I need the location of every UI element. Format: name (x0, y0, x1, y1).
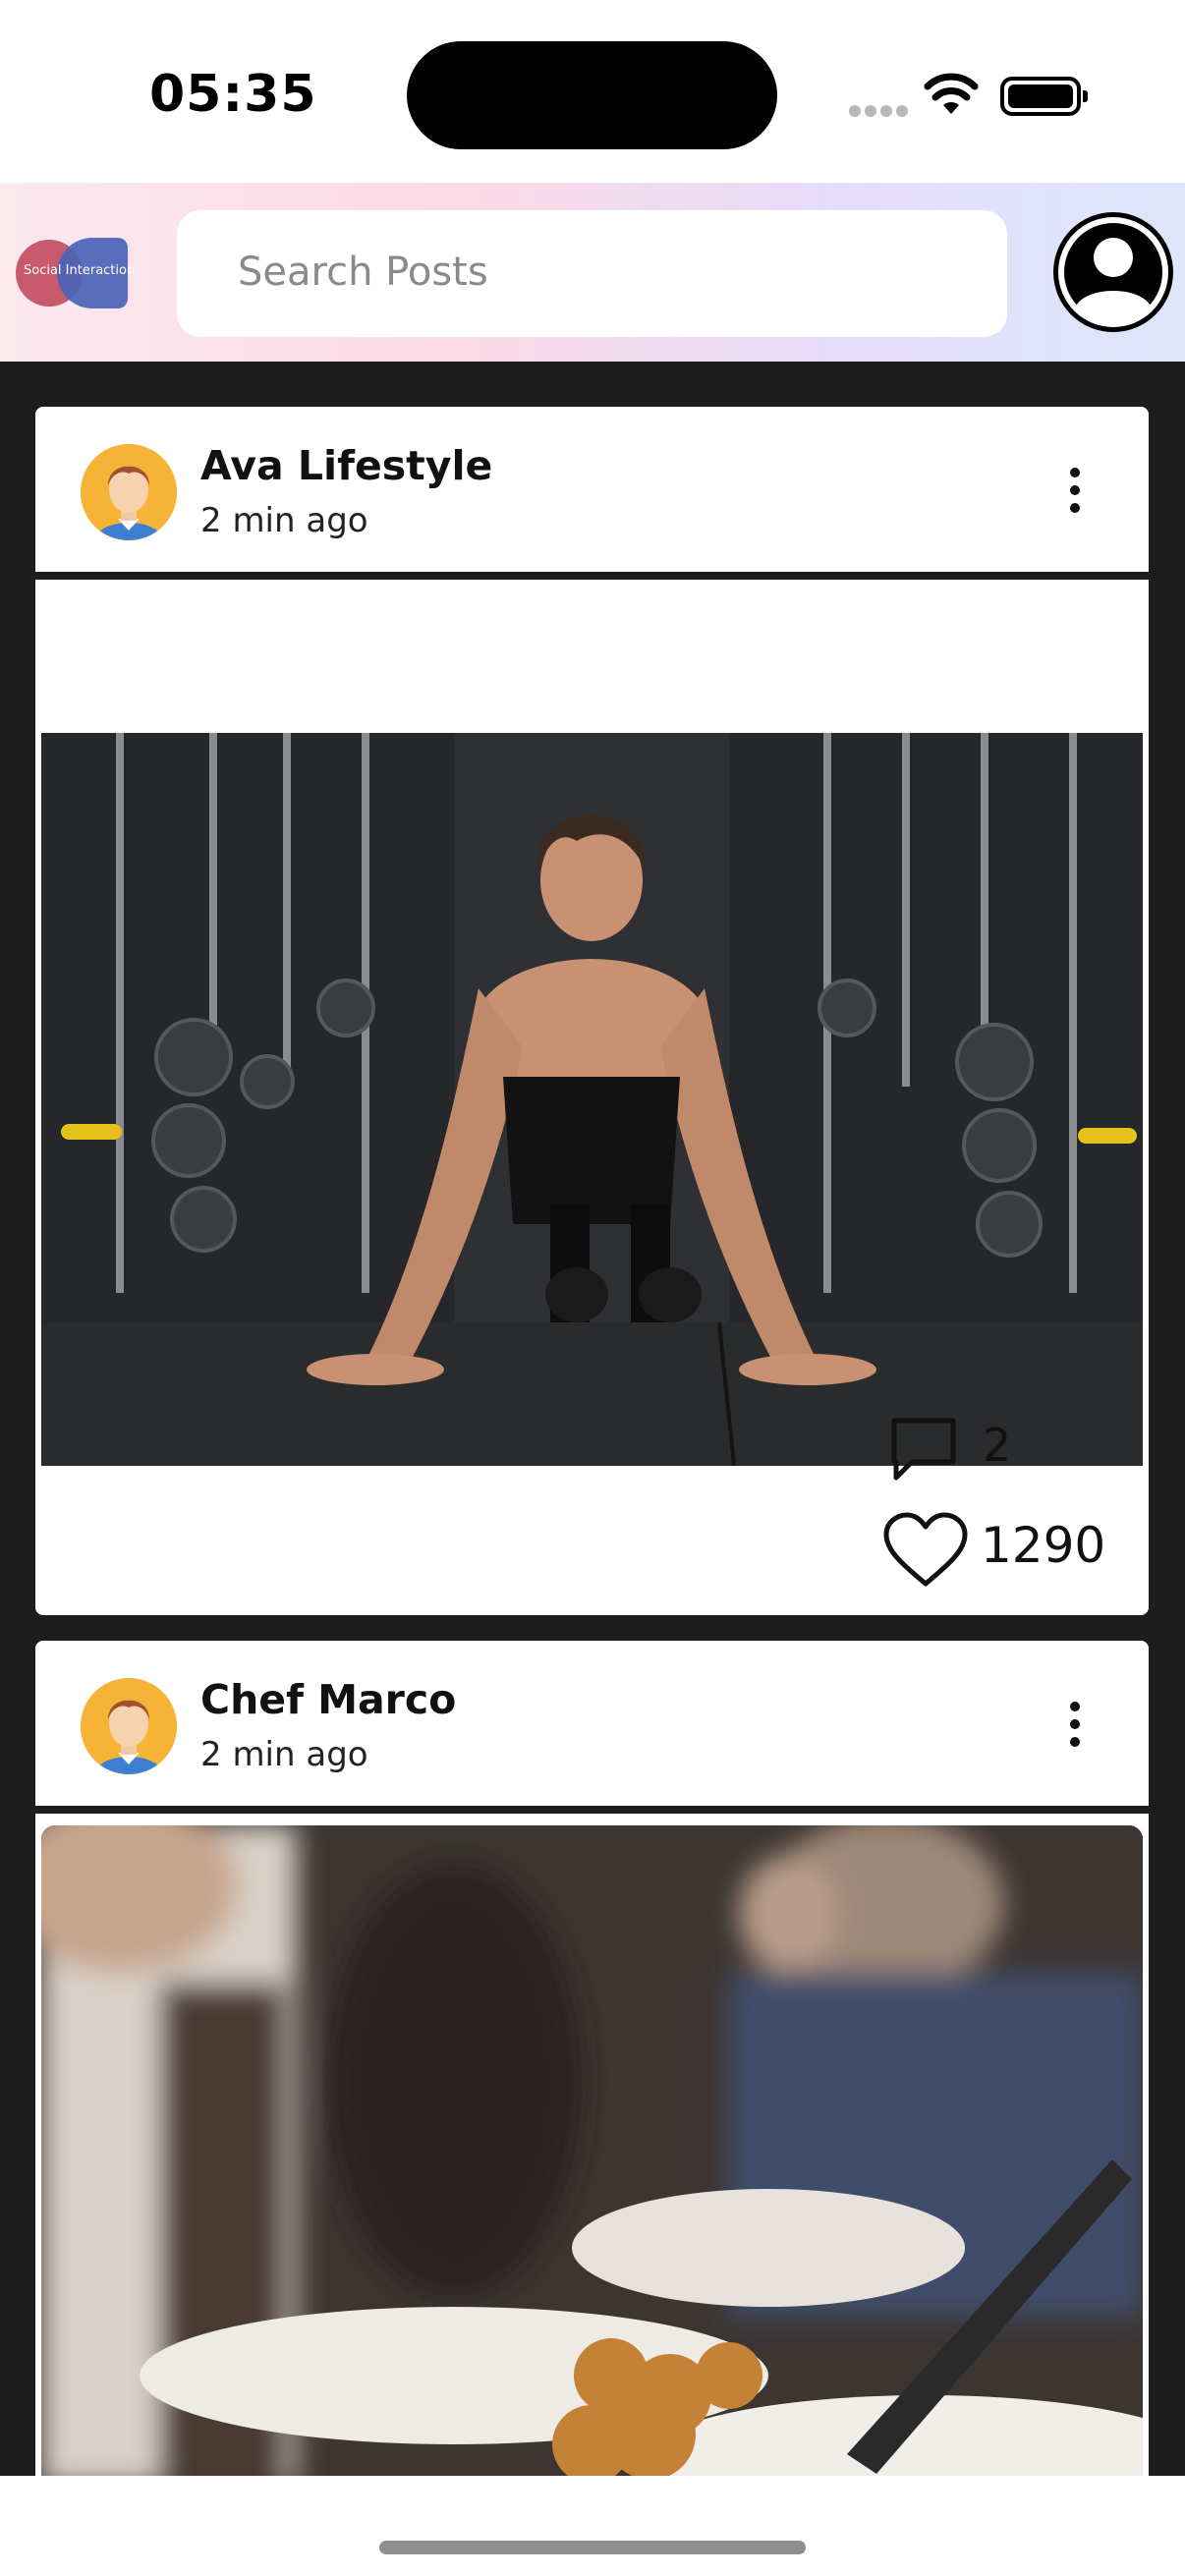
wifi-icon (924, 73, 979, 114)
home-indicator-area (0, 2476, 1185, 2576)
post-author[interactable]: Chef Marco (200, 1676, 456, 1723)
post-author[interactable]: Ava Lifestyle (200, 442, 492, 489)
status-time: 05:35 (149, 65, 317, 124)
app-logo[interactable]: Social Interaction (16, 238, 135, 308)
post-time: 2 min ago (200, 1735, 368, 1774)
comment-icon[interactable] (888, 1415, 959, 1482)
battery-icon (1000, 77, 1088, 116)
status-bar: 05:35 (0, 0, 1185, 183)
heart-icon[interactable] (882, 1511, 969, 1588)
user-icon (1058, 217, 1168, 327)
author-avatar[interactable] (81, 1678, 177, 1774)
cellular-signal-icon (849, 102, 912, 121)
more-options-icon[interactable] (1061, 1702, 1089, 1757)
dynamic-island (407, 41, 777, 149)
comment-count: 2 (983, 1419, 1012, 1472)
search-input[interactable] (238, 240, 945, 305)
post-header: Chef Marco 2 min ago (35, 1641, 1149, 1814)
app-header: Social Interaction (0, 183, 1185, 362)
logo-text: Social Interaction (24, 263, 136, 278)
post-image[interactable] (41, 733, 1143, 1466)
search-bar (177, 210, 1007, 337)
post-image[interactable] (41, 1825, 1143, 2486)
more-options-icon[interactable] (1061, 468, 1089, 523)
author-avatar[interactable] (81, 444, 177, 540)
post-time: 2 min ago (200, 501, 368, 540)
profile-avatar-button[interactable] (1053, 212, 1173, 332)
like-count: 1290 (981, 1517, 1106, 1574)
post-header: Ava Lifestyle 2 min ago (35, 407, 1149, 580)
home-indicator[interactable] (379, 2541, 806, 2554)
post-card: Ava Lifestyle 2 min ago 2 1290 (35, 407, 1149, 1615)
post-card: Chef Marco 2 min ago (35, 1641, 1149, 2486)
